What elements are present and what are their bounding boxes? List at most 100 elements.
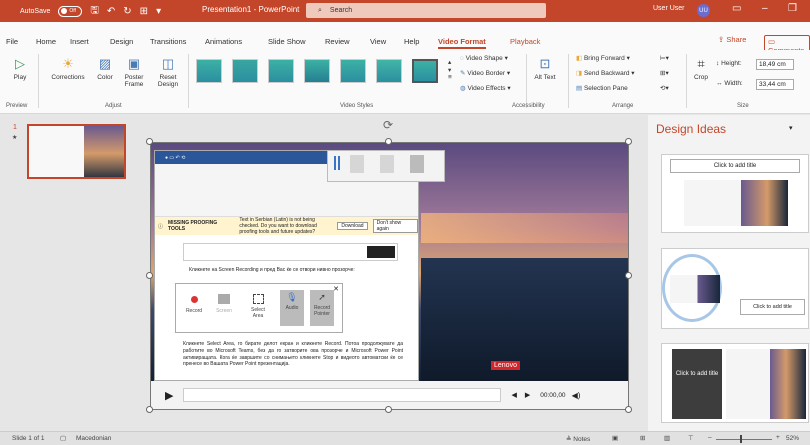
zoom-out-icon[interactable]: – xyxy=(708,434,712,441)
avatar[interactable]: UU xyxy=(697,4,710,17)
tab-slide-show[interactable]: Slide Show xyxy=(268,37,306,46)
pane-options-icon[interactable]: ▾ xyxy=(789,124,793,132)
save-icon[interactable]: 🖫 xyxy=(90,3,99,20)
selection-pane-label: Selection Pane xyxy=(583,85,628,92)
tab-home[interactable]: Home xyxy=(36,37,56,46)
tab-file[interactable]: File xyxy=(6,37,18,46)
slideshow-icon[interactable]: ⊤ xyxy=(688,434,694,442)
video-border-button[interactable]: ✎ Video Border ▾ xyxy=(460,69,510,77)
tab-video-format[interactable]: Video Format xyxy=(438,37,486,49)
video-style-6[interactable] xyxy=(376,59,402,83)
start-from-beginning-icon[interactable]: ⊞ xyxy=(140,6,148,17)
search-placeholder: Search xyxy=(329,7,353,14)
restore-icon[interactable]: ❐ xyxy=(788,3,797,14)
play-button[interactable]: ▷ Play xyxy=(8,56,32,81)
tab-help[interactable]: Help xyxy=(404,37,419,46)
video-frame[interactable]: Lenovo ● ▭ ↶ ⟲ ⓘ MISSING PROOFING TOOLS … xyxy=(151,143,628,381)
design-idea-2[interactable]: Click to add title xyxy=(661,248,809,329)
design-idea-3[interactable]: Click to add title xyxy=(661,343,809,423)
rotate-handle-icon[interactable]: ⟳ xyxy=(383,118,393,132)
step-back-icon[interactable]: ◀ xyxy=(511,391,516,399)
video-play-icon[interactable]: ▶ xyxy=(165,389,173,402)
comment-icon: ▭ xyxy=(768,37,776,46)
resize-handle[interactable] xyxy=(385,406,392,413)
height-field[interactable]: 18,49 cm xyxy=(756,59,794,70)
slide-sorter-icon[interactable]: ⊞ xyxy=(640,434,645,442)
video-style-5[interactable] xyxy=(340,59,366,83)
selection-pane-button[interactable]: ▤ Selection Pane xyxy=(576,84,628,92)
tab-playback[interactable]: Playback xyxy=(510,37,540,46)
download-button: Download xyxy=(337,222,368,230)
resize-handle[interactable] xyxy=(146,272,153,279)
minimize-icon[interactable]: – xyxy=(762,3,768,14)
tab-review[interactable]: Review xyxy=(325,37,350,46)
spellcheck-icon[interactable]: ▢ xyxy=(60,434,66,442)
poster-frame-label: Poster Frame xyxy=(124,73,144,89)
step-forward-icon[interactable]: ▶ xyxy=(525,391,530,399)
resize-handle[interactable] xyxy=(625,406,632,413)
video-style-7[interactable] xyxy=(412,59,438,83)
slide-thumbnail-1[interactable] xyxy=(27,124,126,179)
bring-forward-button[interactable]: ◧ Bring Forward ▾ xyxy=(576,54,630,62)
zoom-level[interactable]: 52% xyxy=(786,435,799,442)
group-adjust: Adjust xyxy=(105,103,122,109)
send-backward-button[interactable]: ◨ Send Backward ▾ xyxy=(576,69,635,77)
video-effects-button[interactable]: ◍ Video Effects ▾ xyxy=(460,84,511,92)
tab-insert[interactable]: Insert xyxy=(70,37,89,46)
crop-icon: ⌗ xyxy=(697,56,705,71)
resize-handle[interactable] xyxy=(385,138,392,145)
document-title: Presentation1 - PowerPoint xyxy=(202,5,300,14)
resize-handle[interactable] xyxy=(146,406,153,413)
autosave-toggle[interactable]: Off xyxy=(58,5,83,17)
corrections-button[interactable]: ☀ Corrections xyxy=(46,56,90,81)
slide-canvas[interactable]: Lenovo ● ▭ ↶ ⟲ ⓘ MISSING PROOFING TOOLS … xyxy=(150,142,629,410)
volume-icon[interactable]: ◀) xyxy=(572,391,581,400)
reset-design-button[interactable]: ◫ Reset Design xyxy=(152,56,184,89)
video-style-4[interactable] xyxy=(304,59,330,83)
resize-handle[interactable] xyxy=(146,138,153,145)
design-idea-1-preview xyxy=(684,180,788,226)
toggle-dot xyxy=(61,8,68,14)
thumb-video-preview xyxy=(84,126,124,177)
notes-button[interactable]: ≜ Notes xyxy=(566,435,590,443)
crop-button[interactable]: ⌗ Crop xyxy=(690,56,712,81)
tab-design[interactable]: Design xyxy=(110,37,133,46)
proofing-tools-bar: ⓘ MISSING PROOFING TOOLS Text in Serbian… xyxy=(155,217,418,235)
customize-qat-icon[interactable]: ▾ xyxy=(156,6,161,17)
tab-view[interactable]: View xyxy=(370,37,386,46)
alt-text-button[interactable]: ⊡ Alt Text xyxy=(532,56,558,81)
video-shape-button[interactable]: ◌ Video Shape ▾ xyxy=(460,54,508,62)
undo-icon[interactable]: ↶ xyxy=(107,6,115,17)
search-box[interactable]: ⌕ Search xyxy=(306,3,546,18)
zoom-in-icon[interactable]: + xyxy=(776,434,780,441)
tab-transitions[interactable]: Transitions xyxy=(150,37,186,46)
zoom-slider-thumb[interactable] xyxy=(740,435,742,443)
styles-gallery-scroll[interactable]: ▴ ▾ ≡ xyxy=(448,58,452,81)
width-field[interactable]: 33,44 cm xyxy=(756,79,794,90)
poster-frame-button[interactable]: ▣ Poster Frame xyxy=(118,56,150,89)
language[interactable]: Macedonian xyxy=(76,435,111,442)
resize-handle[interactable] xyxy=(625,272,632,279)
design-idea-1[interactable]: Click to add title xyxy=(661,154,809,233)
video-style-3[interactable] xyxy=(268,59,294,83)
reading-view-icon[interactable]: ▥ xyxy=(664,434,670,442)
play-label: Play xyxy=(13,73,27,81)
redo-icon[interactable]: ↻ xyxy=(123,6,131,17)
color-button[interactable]: ▨ Color xyxy=(92,56,118,81)
video-timeline[interactable] xyxy=(183,388,502,402)
group-icon[interactable]: ⊞▾ xyxy=(660,69,669,77)
zoom-slider[interactable] xyxy=(716,439,772,440)
user-name[interactable]: User User xyxy=(653,5,685,12)
height-text: Height: xyxy=(721,60,742,67)
tab-animations[interactable]: Animations xyxy=(205,37,242,46)
alt-text-icon: ⊡ xyxy=(539,56,551,71)
ribbon-display-icon[interactable]: ▭ xyxy=(732,3,741,14)
video-style-1[interactable] xyxy=(196,59,222,83)
normal-view-icon[interactable]: ▣ xyxy=(612,434,618,442)
play-icon: ▷ xyxy=(15,56,25,71)
resize-handle[interactable] xyxy=(625,138,632,145)
video-style-2[interactable] xyxy=(232,59,258,83)
align-icon[interactable]: ⊨▾ xyxy=(660,54,669,62)
share-button[interactable]: ⇪ Share xyxy=(718,35,746,44)
rotate-icon[interactable]: ⟲▾ xyxy=(660,84,669,92)
